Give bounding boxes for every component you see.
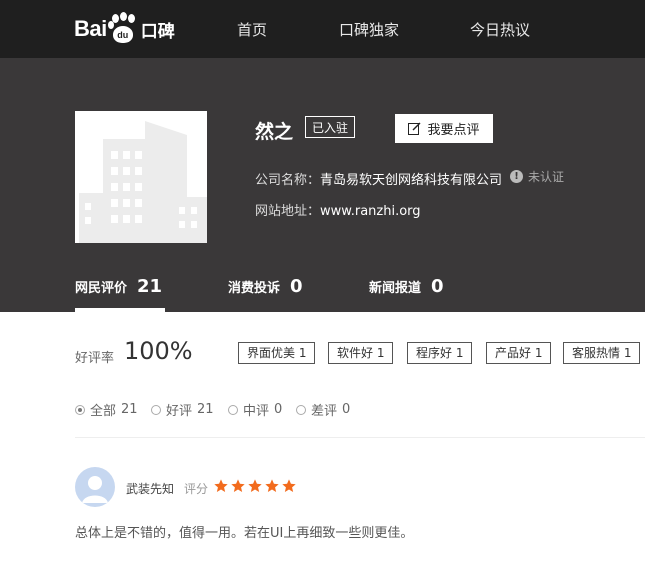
- tab-label: 新闻报道: [369, 281, 422, 296]
- avatar[interactable]: [75, 467, 115, 507]
- logo-du-text: du: [112, 26, 133, 43]
- tag-good-software[interactable]: 软件好 1: [328, 342, 394, 364]
- tag-warm-service[interactable]: 客服热情 1: [563, 342, 641, 364]
- radio-icon: [296, 404, 306, 415]
- write-review-label: 我要点评: [427, 123, 480, 138]
- tab-count: 21: [137, 276, 163, 297]
- filter-count: 21: [197, 402, 214, 417]
- score-label: 评分: [184, 482, 209, 496]
- website-label: 网站地址：: [255, 204, 321, 219]
- tab-label: 消费投诉: [228, 281, 281, 296]
- verification-status-label: 未认证: [528, 170, 565, 184]
- radio-icon: [75, 404, 85, 415]
- info-icon: !: [510, 170, 523, 183]
- tag-good-program[interactable]: 程序好 1: [407, 342, 473, 364]
- company-cover-image: [75, 111, 207, 243]
- tab-user-reviews[interactable]: 网民评价 21: [75, 276, 162, 297]
- company-name-label: 公司名称：: [255, 173, 321, 188]
- filter-label: 差评: [311, 404, 338, 419]
- edit-icon: [408, 122, 421, 135]
- filter-positive[interactable]: 好评 21: [151, 400, 214, 419]
- filter-count: 0: [274, 402, 283, 417]
- star-icon: [214, 479, 228, 492]
- filter-negative[interactable]: 差评 0: [296, 400, 350, 419]
- top-bar: Bai du 口碑 首页 口碑独家 今日热议: [0, 0, 645, 58]
- paw-icon: du: [107, 12, 138, 44]
- filter-count: 0: [342, 402, 351, 417]
- tab-count: 0: [431, 276, 444, 297]
- logo-koubei-text: 口碑: [140, 21, 175, 42]
- tab-count: 0: [290, 276, 303, 297]
- website-value[interactable]: www.ranzhi.org: [320, 204, 421, 219]
- divider: [75, 437, 645, 438]
- company-name-value: 青岛易软天创网络科技有限公司: [320, 173, 503, 188]
- positive-rate-label: 好评率: [75, 351, 115, 366]
- tab-consumer-complaints[interactable]: 消费投诉 0: [228, 276, 303, 297]
- review-username[interactable]: 武装先知: [126, 480, 174, 497]
- tag-beautiful-ui[interactable]: 界面优美 1: [238, 342, 316, 364]
- filter-all[interactable]: 全部 21: [75, 400, 138, 419]
- star-icon: [231, 479, 245, 492]
- filter-label: 好评: [166, 404, 193, 419]
- joined-badge: 已入驻: [305, 116, 356, 138]
- tag-good-product[interactable]: 产品好 1: [486, 342, 552, 364]
- filter-neutral[interactable]: 中评 0: [228, 400, 282, 419]
- logo-bai-text: Bai: [74, 16, 107, 41]
- star-icon: [248, 479, 262, 492]
- website-row: 网站地址：www.ranzhi.org: [255, 200, 421, 219]
- star-icon: [265, 479, 279, 492]
- user-icon: [82, 476, 108, 503]
- nav-today-hot[interactable]: 今日热议: [470, 19, 530, 40]
- tab-news-reports[interactable]: 新闻报道 0: [369, 276, 444, 297]
- nav-home[interactable]: 首页: [237, 19, 267, 40]
- building-icon: [75, 111, 207, 243]
- radio-icon: [151, 404, 161, 415]
- star-icon: [282, 479, 296, 492]
- tab-label: 网民评价: [75, 281, 128, 296]
- radio-icon: [228, 404, 238, 415]
- nav-koubei-exclusive[interactable]: 口碑独家: [339, 19, 399, 40]
- positive-rate-value: 100%: [124, 337, 193, 365]
- review-text: 总体上是不错的，值得一用。若在UI上再细致一些则更佳。: [75, 526, 414, 541]
- filter-label: 中评: [243, 404, 270, 419]
- company-short-name: 然之: [255, 121, 294, 143]
- verification-status: ! 未认证: [510, 168, 564, 185]
- baidu-koubei-logo[interactable]: Bai du 口碑: [74, 12, 175, 45]
- write-review-button[interactable]: 我要点评: [395, 114, 493, 143]
- active-tab-indicator: [75, 308, 165, 312]
- star-rating: [213, 478, 297, 494]
- company-name-row: 公司名称：青岛易软天创网络科技有限公司: [255, 169, 502, 188]
- filter-count: 21: [121, 402, 138, 417]
- filter-label: 全部: [90, 404, 117, 419]
